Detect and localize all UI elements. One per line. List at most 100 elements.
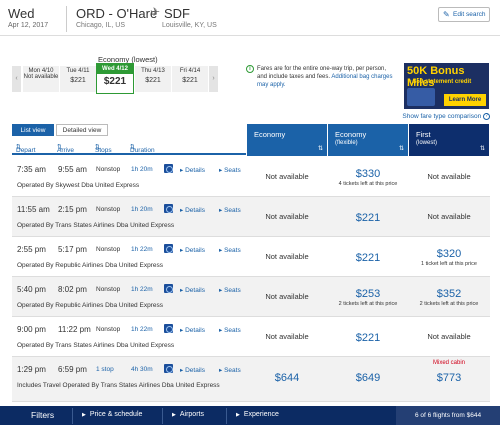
operator-text: Operated By Republic Airlines Dba United… xyxy=(17,302,163,309)
sort-arrive[interactable]: Arrive ⇅ xyxy=(57,143,74,154)
stops-info: Nonstop xyxy=(96,206,121,213)
triangle-right-icon: ▶ xyxy=(172,412,176,418)
flight-duration[interactable]: 1h 22m xyxy=(131,326,153,333)
sort-depart[interactable]: Depart ⇅ xyxy=(16,143,36,154)
fare-cell: Not available xyxy=(247,197,327,237)
airline-logo-icon xyxy=(164,204,173,213)
column-title: Economy xyxy=(254,130,286,139)
flight-duration[interactable]: 1h 22m xyxy=(131,286,153,293)
column-title: First xyxy=(416,130,431,139)
mixed-cabin-label: Mixed cabin xyxy=(432,360,465,366)
stops-info[interactable]: 1 stop xyxy=(96,366,114,373)
date-cell-price: $221 xyxy=(182,77,198,84)
details-link[interactable]: ▸ Details xyxy=(180,326,205,334)
fare-price[interactable]: $221 xyxy=(328,332,408,344)
fare-cell[interactable]: $352 2 tickets left at this price xyxy=(409,277,489,317)
date-cell-label: Tue 4/11 xyxy=(66,68,90,74)
fare-price[interactable]: $330 xyxy=(328,168,408,180)
filter-bar: Filters ▶ Price & schedule ▶ Airports ▶ Exp… xyxy=(0,406,500,425)
fare-cell[interactable]: $253 2 tickets left at this price xyxy=(328,277,408,317)
date-cell[interactable]: Fri 4/14 $221 xyxy=(172,66,208,92)
tab-detailed-view[interactable]: Detailed view xyxy=(56,124,108,136)
fare-price[interactable]: $221 xyxy=(328,252,408,264)
fare-cell[interactable]: $644 xyxy=(247,357,327,397)
filter-experience[interactable]: ▶ Experience xyxy=(226,408,279,424)
flight-row: 2:55 pm 5:17 pm Nonstop 1h 22m ▸ Details ▸ Se… xyxy=(12,237,490,277)
fare-unavailable: Not available xyxy=(265,292,309,301)
seats-link[interactable]: ▸ Seats xyxy=(219,206,241,214)
travel-date: Apr 12, 2017 xyxy=(8,22,49,29)
bonus-miles-ad[interactable]: 50K Bonus Miles + $50 statement credit L… xyxy=(404,63,489,109)
flight-duration[interactable]: 1h 20m xyxy=(131,206,153,213)
tab-list-view[interactable]: List view xyxy=(12,124,54,136)
depart-time: 9:00 pm xyxy=(17,325,46,334)
seats-link[interactable]: ▸ Seats xyxy=(219,366,241,374)
details-link[interactable]: ▸ Details xyxy=(180,166,205,174)
chevron-left-icon[interactable]: ‹ xyxy=(12,66,21,92)
chevron-right-icon[interactable]: › xyxy=(209,66,218,92)
seats-link[interactable]: ▸ Seats xyxy=(219,286,241,294)
date-cell[interactable]: Mon 4/10 Not available xyxy=(23,66,59,92)
filter-price-schedule[interactable]: ▶ Price & schedule xyxy=(72,408,142,424)
details-link[interactable]: ▸ Details xyxy=(180,206,205,214)
fare-cell: Not available xyxy=(409,197,489,237)
fare-cell[interactable]: $221 xyxy=(328,237,408,277)
seats-link[interactable]: ▸ Seats xyxy=(219,166,241,174)
filter-airports[interactable]: ▶ Airports xyxy=(162,408,204,424)
arrive-time: 9:55 am xyxy=(58,165,87,174)
column-first[interactable]: First (lowest) ⇅ xyxy=(409,124,489,156)
stops-info: Nonstop xyxy=(96,246,121,253)
fare-cell[interactable]: $649 xyxy=(328,357,408,397)
details-link[interactable]: ▸ Details xyxy=(180,246,205,254)
flight-row: 5:40 pm 8:02 pm Nonstop 1h 22m ▸ Details ▸ Se… xyxy=(12,277,490,317)
column-economy-flexible[interactable]: Economy (flexible) ⇅ xyxy=(328,124,408,156)
fare-cell[interactable]: $221 xyxy=(328,317,408,357)
column-economy[interactable]: Economy ⇅ xyxy=(247,124,327,156)
fare-cell[interactable]: $320 1 ticket left at this price xyxy=(409,237,489,277)
date-cell[interactable]: Tue 4/11 $221 xyxy=(60,66,96,92)
fare-cell: Not available xyxy=(247,277,327,317)
flight-duration[interactable]: 4h 30m xyxy=(131,366,153,373)
fare-cell[interactable]: $330 4 tickets left at this price xyxy=(328,157,408,197)
flight-row: 1:29 pm 6:59 pm 1 stop 4h 30m ▸ Details ▸ Sea… xyxy=(12,357,490,402)
fare-price[interactable]: $320 xyxy=(409,248,489,260)
pencil-icon: ✎ xyxy=(443,10,450,19)
stops-info: Nonstop xyxy=(96,166,121,173)
operator-text: Operated By Trans States Airlines Dba Un… xyxy=(17,222,175,229)
fare-price[interactable]: $773 xyxy=(409,372,489,384)
depart-time: 11:55 am xyxy=(17,205,50,214)
fare-comparison-label: Show fare type comparison xyxy=(402,113,482,121)
date-cell[interactable]: Thu 4/13 $221 xyxy=(135,66,171,92)
learn-more-button[interactable]: Learn More xyxy=(444,94,486,106)
seats-link[interactable]: ▸ Seats xyxy=(219,326,241,334)
date-cell-label: Fri 4/14 xyxy=(179,68,201,74)
edit-search-button[interactable]: ✎ Edit search xyxy=(438,7,490,22)
edit-search-label: Edit search xyxy=(453,11,486,18)
flight-duration[interactable]: 1h 22m xyxy=(131,246,153,253)
fare-price[interactable]: $352 xyxy=(409,288,489,300)
fare-price[interactable]: $221 xyxy=(328,212,408,224)
fare-cell: Not available xyxy=(247,157,327,197)
arrive-time: 8:02 pm xyxy=(58,285,87,294)
date-cell-price: $221 xyxy=(70,77,86,84)
filters-label[interactable]: Filters xyxy=(31,410,54,420)
tickets-left-note: 2 tickets left at this price xyxy=(419,301,479,307)
date-cell-price: $221 xyxy=(145,77,161,84)
fare-comparison-link[interactable]: Show fare type comparison ? xyxy=(402,113,490,120)
details-link[interactable]: ▸ Details xyxy=(180,286,205,294)
ad-subline: + $50 statement credit xyxy=(408,79,472,85)
date-cell-price: Not available xyxy=(23,74,59,80)
sort-duration[interactable]: Duration ⇅ xyxy=(130,143,155,154)
details-link[interactable]: ▸ Details xyxy=(180,366,205,374)
fare-price[interactable]: $253 xyxy=(328,288,408,300)
sort-stops[interactable]: Stops ⇅ xyxy=(95,143,112,154)
date-cell-selected[interactable]: Wed 4/12 $221 xyxy=(96,63,134,94)
fare-price[interactable]: $644 xyxy=(247,372,327,384)
tickets-left-note: 1 ticket left at this price xyxy=(421,261,477,267)
seats-link[interactable]: ▸ Seats xyxy=(219,246,241,254)
arrive-time: 5:17 pm xyxy=(58,245,87,254)
fare-cell[interactable]: Mixed cabin $773 xyxy=(409,357,489,397)
fare-price[interactable]: $649 xyxy=(328,372,408,384)
flight-duration[interactable]: 1h 20m xyxy=(131,166,153,173)
fare-cell[interactable]: $221 xyxy=(328,197,408,237)
